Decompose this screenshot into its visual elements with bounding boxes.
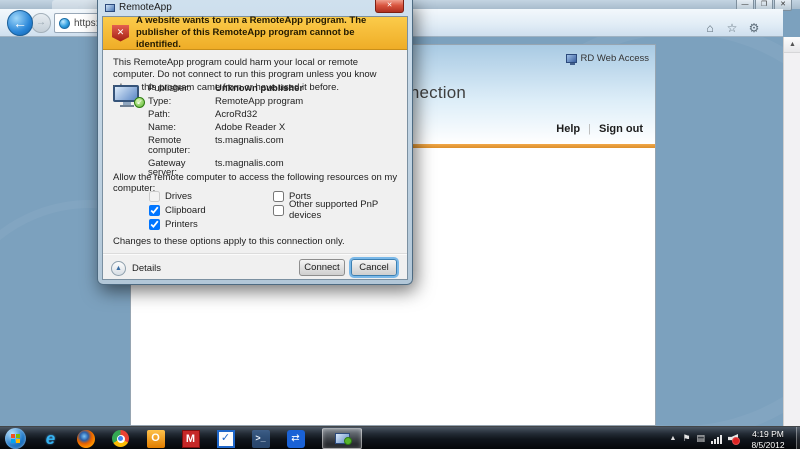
printers-checkbox-row[interactable]: Printers [149,217,206,231]
checkbox-label: Other supported PnP devices [289,199,379,221]
nav-divider: | [588,123,591,135]
clock-date: 8/5/2012 [751,439,785,449]
options-note: Changes to these options apply to this c… [113,236,345,247]
checkmark-app-icon: ✓ [216,429,235,448]
taskbar-m-app[interactable]: M [173,427,208,449]
taskbar-chrome[interactable] [103,427,138,449]
taskbar-firefox[interactable] [68,427,103,449]
windows-flag-icon [11,434,20,443]
checkbox-label: Clipboard [165,204,206,216]
tools-gear-icon[interactable]: ⚙ [747,21,761,35]
back-button[interactable]: ← [7,10,33,36]
taskbar-checklist-app[interactable]: ✓ [208,427,243,449]
dialog-title: RemoteApp [119,2,172,13]
taskbar-clock[interactable]: 4:19 PM 8/5/2012 [742,429,794,449]
remoteapp-taskbar-icon [334,433,352,445]
chrome-icon [112,430,129,447]
details-toggle[interactable]: ▲ Details [111,261,161,276]
taskbar-internet-explorer[interactable]: e [33,427,68,449]
field-value: ts.magnalis.com [215,135,284,147]
action-center-flag-icon[interactable]: ⚑ [682,433,690,444]
program-details: Publisher: Unknown publisher Type: Remot… [148,84,303,178]
printers-checkbox[interactable] [149,218,160,230]
resource-options-col1: Drives Clipboard Printers [149,189,206,231]
ports-checkbox[interactable] [273,190,284,202]
outlook-icon: O [146,429,165,448]
dialog-titlebar[interactable]: RemoteApp [98,0,412,15]
brand-row: RD Web Access [565,53,649,65]
warning-text: A website wants to run a RemoteApp progr… [136,15,367,50]
security-shield-icon: ✕ [112,24,129,42]
taskbar-teamviewer[interactable]: ⇄ [278,427,313,449]
forward-button[interactable]: → [31,13,51,33]
network-icon[interactable] [711,434,722,444]
page-nav: Help | Sign out [556,123,643,135]
connect-button[interactable]: Connect [299,259,345,276]
clipboard-checkbox-row[interactable]: Clipboard [149,203,206,217]
m-app-icon: M [181,429,200,448]
field-value: Adobe Reader X [215,122,286,134]
screen: — ❐ ✕ ⌂ ☆ ⚙ ← → https://ts.mag ▲ RD Web … [0,0,800,449]
field-label: Path: [148,109,171,121]
field-value: Unknown publisher [215,83,304,94]
details-label: Details [132,263,162,274]
field-label: Publisher: [148,83,191,94]
scroll-up-arrow[interactable]: ▲ [784,37,800,53]
brand-label: RD Web Access [580,53,649,64]
system-tray: ▲ ⚑ ▤ [669,427,740,449]
dialog-close-button[interactable]: ✕ [375,0,404,13]
field-value: AcroRd32 [215,109,258,121]
checkbox-label: Printers [165,218,198,230]
clipboard-checkbox[interactable] [149,204,160,216]
help-link[interactable]: Help [556,123,580,135]
remote-arrow-badge [134,97,145,108]
field-value: RemoteApp program [215,96,304,108]
remoteapp-dialog: RemoteApp ✕ ✕ A website wants to run a R… [97,0,413,285]
field-label: Name: [148,122,176,134]
pnp-checkbox-row[interactable]: Other supported PnP devices [273,199,407,221]
remoteapp-window-icon [105,3,115,12]
remoteapp-program-icon [113,85,145,109]
sign-out-link[interactable]: Sign out [599,123,643,135]
teamviewer-icon: ⇄ [286,429,305,448]
site-favicon [59,17,70,29]
page-scrollbar[interactable]: ▲ [783,37,800,426]
checkbox-label: Drives [165,190,192,202]
clock-time: 4:19 PM [752,429,784,439]
hidden-icons-arrow[interactable]: ▲ [669,435,676,442]
field-label: Type: [148,96,172,108]
dialog-body: ✕ A website wants to run a RemoteApp pro… [102,15,408,280]
notes-tray-icon[interactable]: ▤ [696,433,705,444]
pnp-devices-checkbox[interactable] [273,204,284,216]
cancel-button[interactable]: Cancel [351,259,397,276]
favorites-star-icon[interactable]: ☆ [725,21,739,35]
taskbar-remoteapp-active[interactable] [322,428,362,449]
firefox-icon [76,429,95,448]
rdweb-monitor-icon [565,54,577,65]
show-desktop-button[interactable] [796,427,800,449]
taskbar: e O M ✓ >_ ⇄ ▲ ⚑ ▤ 4:19 PM 8/5/2012 [0,426,800,449]
resource-options-col2: Ports Other supported PnP devices [273,189,407,221]
internet-explorer-icon: e [45,428,56,448]
taskbar-powershell[interactable]: >_ [243,427,278,449]
pinned-apps: e O M ✓ >_ ⇄ [33,427,313,449]
drives-checkbox-row[interactable]: Drives [149,189,206,203]
drives-checkbox[interactable] [149,190,160,202]
details-collapse-icon[interactable]: ▲ [111,261,126,276]
warning-banner: ✕ A website wants to run a RemoteApp pro… [103,15,407,50]
start-button[interactable] [5,428,26,449]
powershell-icon: >_ [251,429,270,448]
home-icon[interactable]: ⌂ [703,21,717,35]
taskbar-outlook[interactable]: O [138,427,173,449]
volume-muted-icon[interactable] [728,434,740,445]
footer-divider [103,253,407,255]
field-label: Remote computer: [148,135,191,156]
